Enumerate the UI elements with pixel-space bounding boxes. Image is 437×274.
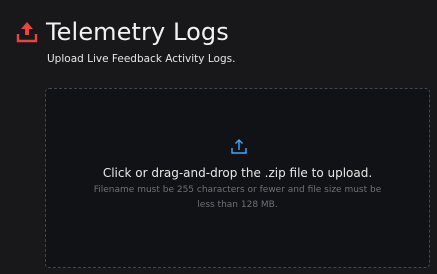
page-title: Telemetry Logs <box>46 18 229 46</box>
upload-icon <box>16 19 38 45</box>
dropzone-instructions: Click or drag-and-drop the .zip file to … <box>102 166 373 180</box>
page-subtitle: Upload Live Feedback Activity Logs. <box>47 53 236 65</box>
telemetry-logs-panel: Telemetry Logs Upload Live Feedback Acti… <box>0 0 437 274</box>
dropzone-requirements: Filename must be 255 characters or fewer… <box>93 185 382 210</box>
upload-arrow-icon <box>229 137 249 157</box>
file-dropzone[interactable]: Click or drag-and-drop the .zip file to … <box>45 88 430 268</box>
panel-header: Telemetry Logs <box>16 17 229 47</box>
